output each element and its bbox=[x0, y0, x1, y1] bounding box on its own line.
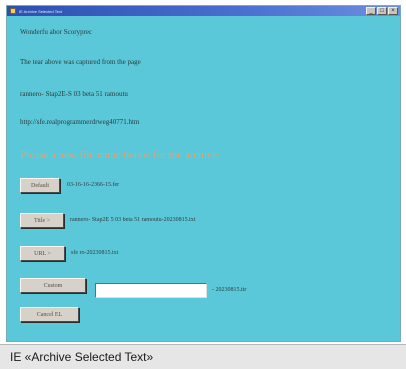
url-filename: sfe ro-20230815.txt bbox=[71, 250, 119, 256]
info-line-url: http://sfe.realprogrammerdrweg40771.htm bbox=[20, 118, 140, 126]
default-button[interactable]: Default bbox=[20, 178, 60, 193]
archive-name-heading: Please a new file name below for the arc… bbox=[20, 149, 221, 161]
info-line-2: The tear above was captured from the pag… bbox=[20, 58, 141, 66]
caption-bar: IE «Archive Selected Text» bbox=[0, 344, 406, 369]
cancel-button[interactable]: Cancel EL bbox=[20, 307, 79, 322]
window-title: IE Archive Selected Text bbox=[19, 8, 63, 14]
maximize-button[interactable]: □ bbox=[377, 7, 387, 15]
custom-suffix: - 20230815.ttr bbox=[212, 287, 247, 293]
minimize-button[interactable]: _ bbox=[366, 7, 376, 15]
url-button[interactable]: URL > bbox=[20, 246, 65, 261]
info-line-3: rannero- Stap2E-S 03 beta 51 ramoutu bbox=[20, 90, 128, 98]
screenshot-frame: IE Archive Selected Text _ □ × Wonderfu … bbox=[0, 0, 406, 369]
title-filename: rannero- Stap2E 5 03 beta 51 ramoutu-202… bbox=[70, 217, 196, 223]
app-icon bbox=[10, 8, 16, 14]
custom-filename-input[interactable] bbox=[95, 283, 207, 298]
window-controls: _ □ × bbox=[366, 7, 398, 15]
info-line-1: Wonderfu abor Scoryprec bbox=[20, 28, 93, 36]
custom-button[interactable]: Custom bbox=[20, 278, 86, 293]
title-bar[interactable]: IE Archive Selected Text _ □ × bbox=[7, 6, 400, 16]
figure-caption: IE «Archive Selected Text» bbox=[10, 350, 154, 364]
default-filename: 03-16-16-2366-15.fer bbox=[67, 182, 120, 188]
dialog-window: IE Archive Selected Text _ □ × Wonderfu … bbox=[6, 5, 401, 342]
title-button[interactable]: Title > bbox=[20, 213, 64, 228]
close-button[interactable]: × bbox=[388, 7, 398, 15]
